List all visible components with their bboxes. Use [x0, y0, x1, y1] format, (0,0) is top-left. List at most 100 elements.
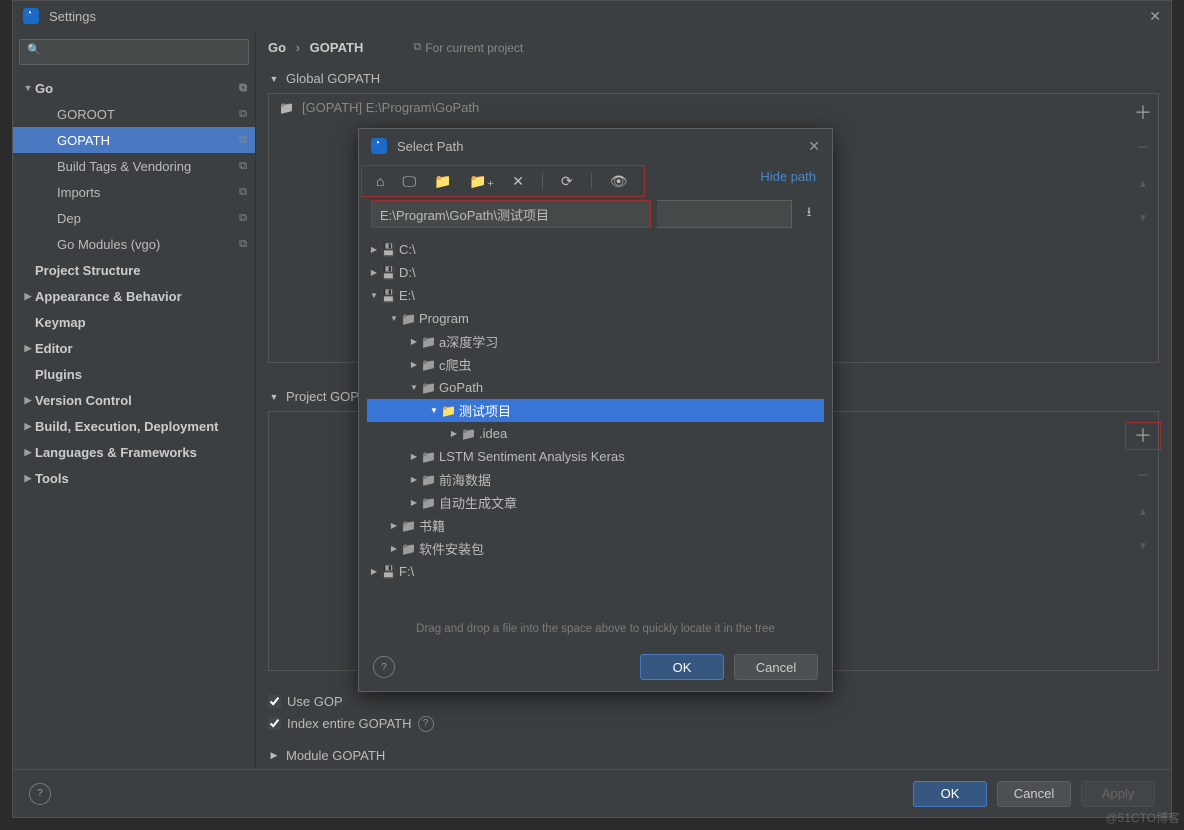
folder-icon	[401, 312, 419, 326]
watermark: @51CTO博客	[1105, 809, 1180, 826]
remove-button[interactable]: −	[1138, 138, 1149, 156]
project-folder-icon[interactable]: 📁	[434, 173, 451, 190]
move-down-button[interactable]	[1138, 534, 1148, 552]
sidebar-item[interactable]: Editor	[13, 335, 255, 361]
sidebar-item[interactable]: Keymap	[13, 309, 255, 335]
global-gopath-entry[interactable]: [GOPATH] E:\Program\GoPath	[269, 94, 1158, 122]
sidebar-item-label: GOROOT	[57, 107, 239, 122]
home-icon[interactable]: ⌂	[376, 173, 384, 189]
file-tree-item[interactable]: .idea	[367, 422, 824, 445]
sidebar-item[interactable]: Imports	[13, 179, 255, 205]
sidebar-item[interactable]: Appearance & Behavior	[13, 283, 255, 309]
add-button-highlighted[interactable]: ＋	[1125, 422, 1161, 450]
refresh-icon[interactable]: ⟳	[561, 173, 573, 190]
breadcrumb-sep: ›	[296, 40, 300, 55]
cancel-button[interactable]: Cancel	[997, 781, 1071, 807]
file-tree-item[interactable]: 书籍	[367, 514, 824, 537]
file-tree-item[interactable]: LSTM Sentiment Analysis Keras	[367, 445, 824, 468]
history-icon[interactable]	[798, 203, 820, 225]
file-tree-label: 自动生成文章	[439, 493, 517, 512]
folder-icon	[421, 335, 439, 349]
show-hidden-icon[interactable]: 👁	[610, 173, 628, 190]
chevron-right-icon	[407, 337, 421, 346]
drive-icon	[381, 243, 399, 257]
file-tree-item[interactable]: 自动生成文章	[367, 491, 824, 514]
main-header: Go › GOPATH For current project	[256, 31, 1171, 65]
sidebar-item[interactable]: Go	[13, 75, 255, 101]
help-icon[interactable]: ?	[418, 716, 434, 732]
file-tree-item[interactable]: C:\	[367, 238, 824, 261]
dialog-title: Select Path	[397, 139, 464, 154]
file-tree-item[interactable]: F:\	[367, 560, 824, 583]
file-tree-item[interactable]: 测试项目	[367, 399, 824, 422]
apply-button[interactable]: Apply	[1081, 781, 1155, 807]
chevron-right-icon	[447, 429, 461, 438]
delete-icon[interactable]: ✕	[512, 173, 524, 190]
chevron-down-icon	[387, 314, 401, 323]
file-tree[interactable]: C:\D:\E:\Programa深度学习 c爬虫 GoPath测试项目.idea L…	[359, 232, 832, 615]
cancel-button[interactable]: Cancel	[734, 654, 818, 680]
add-button[interactable]: ＋	[1134, 104, 1152, 122]
sidebar-item[interactable]: Go Modules (vgo)	[13, 231, 255, 257]
module-gopath-toggle[interactable]: ▶ Module GOPATH	[268, 741, 1159, 769]
file-tree-item[interactable]: c爬虫	[367, 353, 824, 376]
file-tree-label: 书籍	[419, 516, 445, 535]
dialog-titlebar: Select Path ✕	[359, 129, 832, 163]
sidebar-item-label: Languages & Frameworks	[35, 445, 247, 460]
index-gopath-checkbox[interactable]	[268, 717, 281, 730]
sidebar-item[interactable]: GOPATH	[13, 127, 255, 153]
close-icon[interactable]: ✕	[1149, 8, 1161, 25]
ok-button[interactable]: OK	[913, 781, 987, 807]
module-gopath-label: Module GOPATH	[286, 748, 385, 763]
file-tree-item[interactable]: a深度学习	[367, 330, 824, 353]
file-tree-label: 软件安装包	[419, 539, 484, 558]
hide-path-link[interactable]: Hide path	[760, 169, 816, 184]
new-folder-icon[interactable]: 📁₊	[469, 173, 494, 190]
file-tree-item[interactable]: D:\	[367, 261, 824, 284]
sidebar-item[interactable]: Languages & Frameworks	[13, 439, 255, 465]
path-input[interactable]	[371, 200, 651, 228]
chevron-down-icon: ▼	[268, 74, 280, 84]
global-gopath-path: [GOPATH] E:\Program\GoPath	[302, 100, 479, 115]
file-tree-label: LSTM Sentiment Analysis Keras	[439, 449, 625, 464]
path-input-overflow[interactable]	[657, 200, 792, 228]
sidebar-item[interactable]: Project Structure	[13, 257, 255, 283]
remove-button[interactable]: −	[1138, 466, 1149, 484]
move-up-button[interactable]	[1138, 500, 1148, 518]
sidebar-item-label: Imports	[57, 185, 239, 200]
scope-icon	[239, 108, 247, 121]
use-gopath-checkbox[interactable]	[268, 695, 281, 708]
file-tree-label: c爬虫	[439, 355, 472, 374]
sidebar-item[interactable]: Build Tags & Vendoring	[13, 153, 255, 179]
for-project-label: For current project	[413, 41, 523, 55]
path-row	[359, 196, 832, 232]
sidebar-item[interactable]: Dep	[13, 205, 255, 231]
chevron-right-icon	[21, 343, 35, 354]
close-icon[interactable]: ✕	[808, 138, 820, 155]
folder-icon	[421, 450, 439, 464]
search-input[interactable]	[19, 39, 249, 65]
sidebar-item[interactable]: Build, Execution, Deployment	[13, 413, 255, 439]
move-down-button[interactable]	[1138, 206, 1148, 224]
chevron-right-icon	[21, 473, 35, 484]
chevron-down-icon	[407, 383, 421, 392]
sidebar-item[interactable]: Version Control	[13, 387, 255, 413]
move-up-button[interactable]	[1138, 172, 1148, 190]
file-tree-item[interactable]: Program	[367, 307, 824, 330]
help-icon[interactable]: ?	[373, 656, 395, 678]
global-gopath-toggle[interactable]: ▼ Global GOPATH	[268, 65, 1159, 93]
settings-footer: ? OK Cancel Apply	[13, 769, 1171, 817]
desktop-icon[interactable]: 🖵	[402, 173, 416, 190]
app-icon	[23, 8, 39, 24]
file-tree-item[interactable]: 前海数据	[367, 468, 824, 491]
file-tree-item[interactable]: E:\	[367, 284, 824, 307]
ok-button[interactable]: OK	[640, 654, 724, 680]
sidebar-item[interactable]: GOROOT	[13, 101, 255, 127]
sidebar-item[interactable]: Tools	[13, 465, 255, 491]
help-icon[interactable]: ?	[29, 783, 51, 805]
chevron-right-icon	[407, 475, 421, 484]
sidebar-item[interactable]: Plugins	[13, 361, 255, 387]
chevron-right-icon	[367, 245, 381, 254]
file-tree-item[interactable]: 软件安装包	[367, 537, 824, 560]
file-tree-item[interactable]: GoPath	[367, 376, 824, 399]
